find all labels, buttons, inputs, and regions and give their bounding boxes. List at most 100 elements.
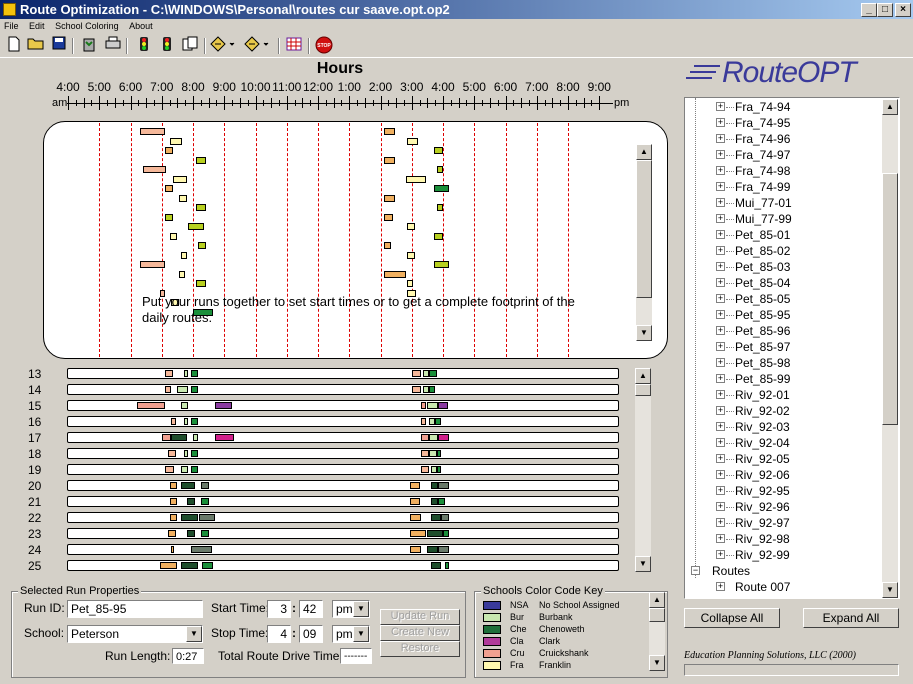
- key-scroll-thumb[interactable]: [649, 608, 665, 622]
- run-segment-bar[interactable]: [427, 530, 443, 537]
- footprint-run-bar[interactable]: [139, 261, 165, 268]
- run-segment-bar[interactable]: [168, 450, 176, 457]
- expand-plus-icon[interactable]: +: [716, 182, 725, 191]
- tree-item[interactable]: + Pet_85-95: [685, 307, 875, 323]
- tree-item[interactable]: + Riv_92-01: [685, 387, 875, 403]
- scroll-thumb[interactable]: [636, 160, 652, 298]
- footprint-run-bar[interactable]: [407, 223, 415, 230]
- tree-item[interactable]: + Fra_74-99: [685, 179, 875, 195]
- run-segment-bar[interactable]: [421, 466, 429, 473]
- footprint-run-bar[interactable]: [436, 166, 443, 173]
- diamond-arrow-icon-2[interactable]: [244, 36, 269, 56]
- tree-item[interactable]: + Riv_92-98: [685, 531, 875, 547]
- run-segment-bar[interactable]: [183, 450, 189, 457]
- run-segment-bar[interactable]: [430, 562, 442, 569]
- tree-item[interactable]: + Riv_92-02: [685, 403, 875, 419]
- tree-item[interactable]: + Riv_92-96: [685, 499, 875, 515]
- restore-button[interactable]: Restore: [380, 641, 460, 657]
- footprint-run-bar[interactable]: [197, 242, 206, 249]
- expand-plus-icon[interactable]: +: [716, 454, 725, 463]
- tree-item[interactable]: + Pet_85-04: [685, 275, 875, 291]
- run-segment-bar[interactable]: [191, 466, 198, 473]
- run-segment-bar[interactable]: [161, 434, 172, 441]
- footprint-run-bar[interactable]: [383, 270, 406, 278]
- tree-item[interactable]: + Fra_74-96: [685, 131, 875, 147]
- footprint-run-bar[interactable]: [407, 280, 414, 287]
- run-segment-bar[interactable]: [191, 370, 198, 377]
- expand-plus-icon[interactable]: +: [716, 150, 725, 159]
- run-segment-bar[interactable]: [428, 434, 439, 441]
- footprint-run-bar[interactable]: [433, 147, 443, 154]
- run-segment-bar[interactable]: [411, 386, 422, 393]
- traffic-light-icon[interactable]: [134, 36, 154, 56]
- expand-plus-icon[interactable]: +: [716, 518, 725, 527]
- expand-plus-icon[interactable]: +: [716, 534, 725, 543]
- run-segment-bar[interactable]: [421, 450, 429, 457]
- run-segment-bar[interactable]: [180, 562, 198, 569]
- expand-plus-icon[interactable]: +: [716, 262, 725, 271]
- tree-item[interactable]: + Pet_85-96: [685, 323, 875, 339]
- run-segment-bar[interactable]: [444, 562, 450, 569]
- run-segment-bar[interactable]: [186, 530, 195, 537]
- maximize-button[interactable]: □: [877, 3, 893, 17]
- rows-scroll-up-icon[interactable]: ▲: [635, 368, 651, 384]
- run-row-track[interactable]: [67, 528, 619, 539]
- run-row-track[interactable]: [67, 416, 619, 427]
- start-minute-field[interactable]: 42: [299, 600, 323, 618]
- run-row-track[interactable]: [67, 384, 619, 395]
- run-segment-bar[interactable]: [180, 466, 189, 473]
- run-segment-bar[interactable]: [427, 402, 439, 409]
- tree-routes-node[interactable]: − Routes: [685, 563, 875, 579]
- run-segment-bar[interactable]: [410, 530, 426, 537]
- run-segment-bar[interactable]: [443, 530, 450, 537]
- run-row-track[interactable]: [67, 432, 619, 443]
- run-segment-bar[interactable]: [410, 546, 422, 553]
- run-segment-bar[interactable]: [164, 370, 173, 377]
- run-segment-bar[interactable]: [164, 386, 172, 393]
- run-segment-bar[interactable]: [436, 450, 442, 457]
- run-row-track[interactable]: [67, 464, 619, 475]
- traffic-light-red-icon[interactable]: [157, 36, 177, 56]
- run-segment-bar[interactable]: [421, 418, 426, 425]
- footprint-run-bar[interactable]: [407, 137, 418, 145]
- close-button[interactable]: ×: [895, 3, 911, 17]
- expand-plus-icon[interactable]: +: [716, 230, 725, 239]
- expand-plus-icon[interactable]: +: [716, 470, 725, 479]
- footprint-run-bar[interactable]: [178, 270, 186, 278]
- run-segment-bar[interactable]: [410, 498, 420, 505]
- footprint-run-bar[interactable]: [383, 156, 395, 164]
- tree-item[interactable]: + Pet_85-05: [685, 291, 875, 307]
- key-scroll-up-icon[interactable]: ▲: [649, 592, 665, 608]
- run-row-track[interactable]: [67, 560, 619, 571]
- expand-plus-icon[interactable]: +: [716, 326, 725, 335]
- run-segment-bar[interactable]: [428, 450, 437, 457]
- expand-plus-icon[interactable]: +: [716, 294, 725, 303]
- print-icon[interactable]: [103, 36, 123, 56]
- run-segment-bar[interactable]: [169, 482, 178, 489]
- footprint-run-bar[interactable]: [433, 261, 450, 268]
- run-segment-bar[interactable]: [436, 466, 442, 473]
- run-segment-bar[interactable]: [421, 402, 426, 409]
- rows-scroll-down-icon[interactable]: ▼: [635, 556, 651, 572]
- collapse-all-button[interactable]: Collapse All: [684, 608, 780, 628]
- footprint-run-bar[interactable]: [196, 280, 206, 287]
- recycle-icon[interactable]: [79, 36, 99, 56]
- expand-plus-icon[interactable]: +: [716, 358, 725, 367]
- run-segment-bar[interactable]: [438, 402, 448, 409]
- expand-plus-icon[interactable]: +: [716, 422, 725, 431]
- run-segment-bar[interactable]: [430, 482, 439, 489]
- run-segment-bar[interactable]: [183, 418, 189, 425]
- stop-ampm-dropdown-icon[interactable]: ▼: [353, 626, 369, 642]
- run-segment-bar[interactable]: [214, 402, 233, 409]
- run-row-track[interactable]: [67, 448, 619, 459]
- scroll-down-icon[interactable]: ▼: [636, 325, 652, 341]
- expand-plus-icon[interactable]: +: [716, 486, 725, 495]
- run-row-track[interactable]: [67, 496, 619, 507]
- run-row-track[interactable]: [67, 368, 619, 379]
- footprint-run-bar[interactable]: [383, 213, 393, 221]
- footprint-run-bar[interactable]: [383, 242, 392, 249]
- run-segment-bar[interactable]: [169, 498, 178, 505]
- stop-icon[interactable]: STOP: [314, 36, 334, 56]
- expand-plus-icon[interactable]: +: [716, 550, 725, 559]
- run-segment-bar[interactable]: [410, 514, 422, 521]
